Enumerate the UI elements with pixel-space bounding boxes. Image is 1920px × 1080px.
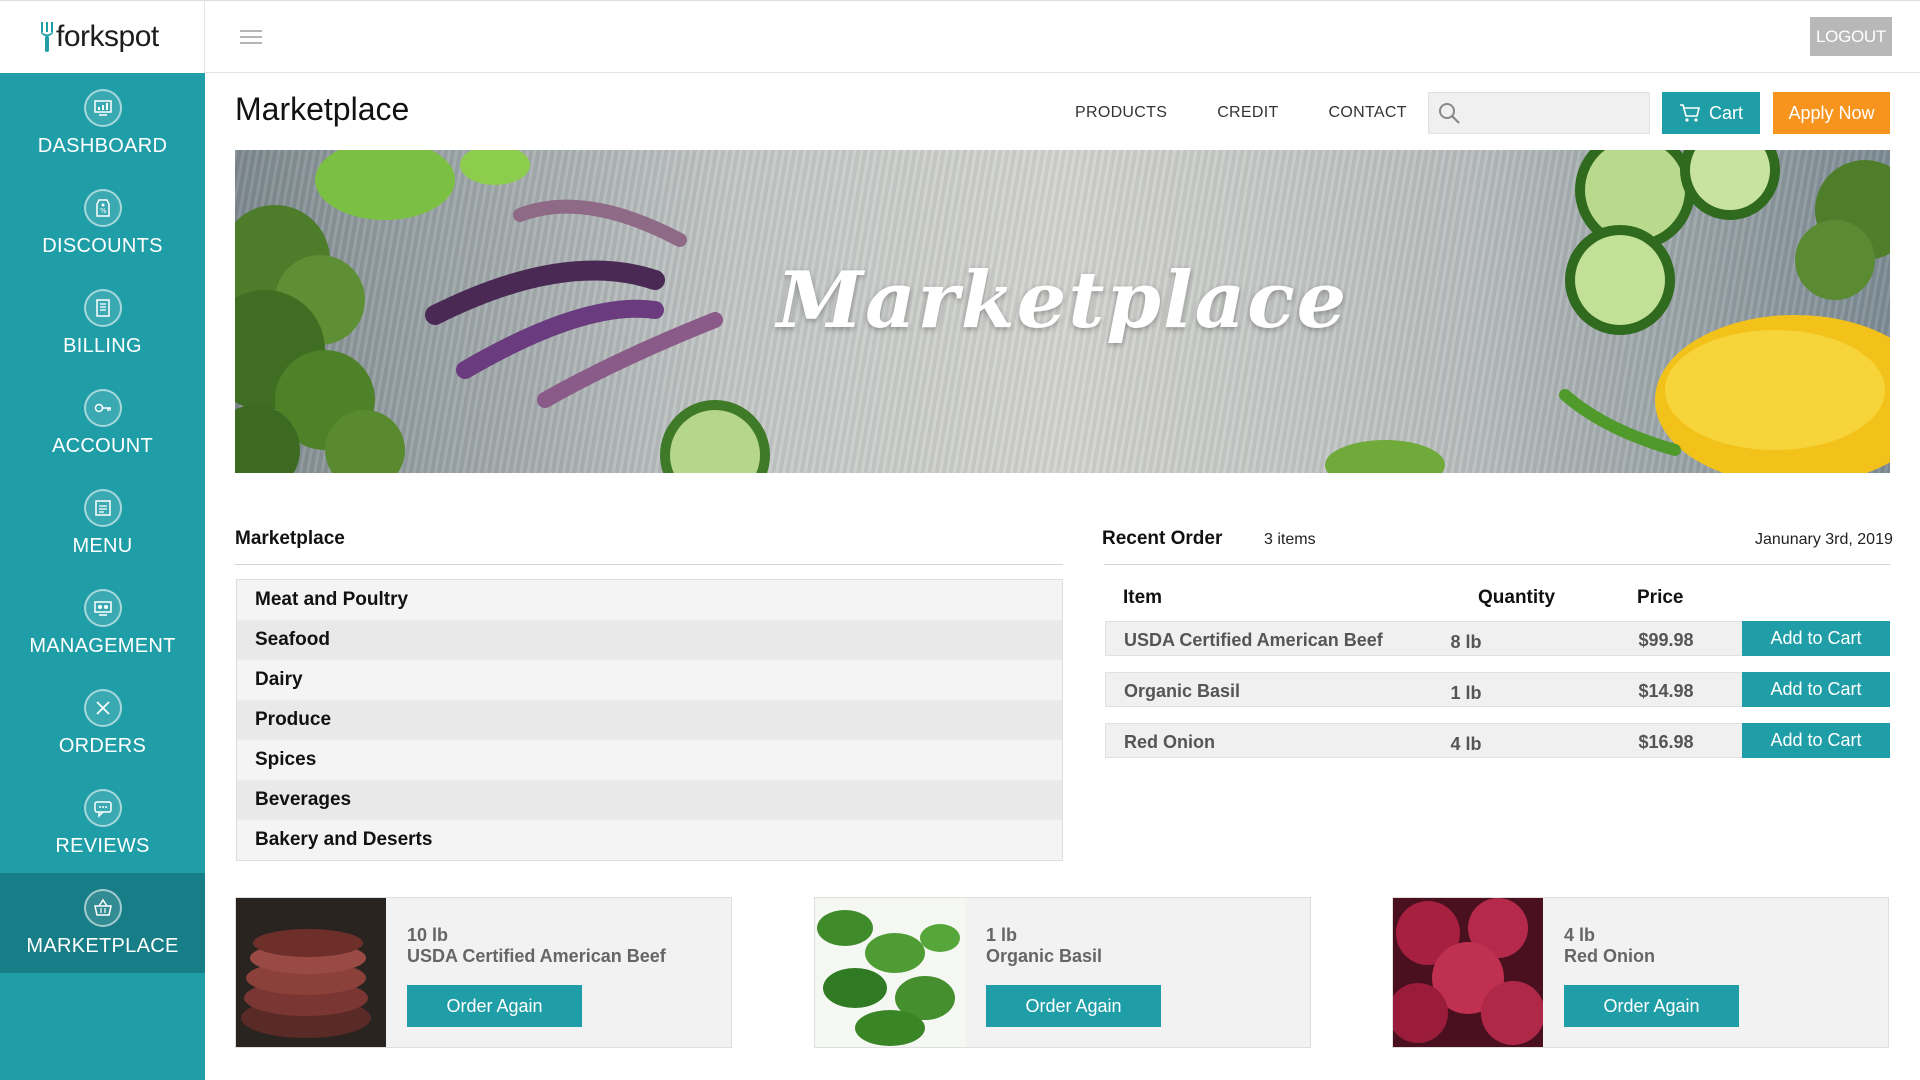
- reorder-card: 10 lb USDA Certified American Beef Order…: [235, 897, 732, 1048]
- reorder-card: 4 lb Red Onion Order Again: [1392, 897, 1889, 1048]
- reorder-quantity: 10 lb: [407, 925, 449, 945]
- order-row: USDA Certified American Beef 8 lb $99.98…: [1105, 621, 1890, 656]
- order-item-price: $99.98: [1638, 630, 1694, 650]
- recent-order-title: Recent Order: [1102, 528, 1223, 549]
- order-item-quantity: 8 lb: [1450, 632, 1482, 652]
- basil-image: [815, 898, 965, 1047]
- reorder-quantity: 1 lb: [986, 925, 1018, 945]
- category-item-dairy[interactable]: Dairy: [237, 660, 1062, 700]
- utensils-icon: [83, 688, 122, 727]
- red-onion-image: [1393, 898, 1543, 1047]
- nav-link-credit[interactable]: CREDIT: [1217, 104, 1278, 122]
- basket-icon: [83, 888, 122, 927]
- sidebar-item-billing[interactable]: BILLING: [0, 273, 205, 373]
- sidebar-item-management[interactable]: MANAGEMENT: [0, 573, 205, 673]
- add-to-cart-button[interactable]: Add to Cart: [1742, 621, 1890, 656]
- search-icon: [1439, 103, 1460, 124]
- recent-order-divider: [1104, 564, 1890, 565]
- sidebar-item-label: DASHBOARD: [37, 134, 168, 157]
- nav-link-products[interactable]: PRODUCTS: [1075, 104, 1167, 122]
- order-item-name: Organic Basil: [1124, 681, 1241, 701]
- beef-image: [236, 898, 386, 1047]
- sidebar-item-label: ACCOUNT: [52, 434, 153, 457]
- nav-link-contact[interactable]: CONTACT: [1329, 104, 1407, 122]
- order-item-name: Red Onion: [1124, 732, 1215, 752]
- recent-order-count: 3 items: [1264, 531, 1316, 548]
- hero-title: Marketplace: [776, 255, 1349, 346]
- sidebar-item-discounts[interactable]: % DISCOUNTS: [0, 173, 205, 273]
- category-list: Meat and Poultry Seafood Dairy Produce S…: [236, 579, 1063, 861]
- category-item-beverages[interactable]: Beverages: [237, 780, 1062, 820]
- sidebar-item-reviews[interactable]: REVIEWS: [0, 773, 205, 873]
- page-title: Marketplace: [235, 91, 410, 127]
- hamburger-menu-icon[interactable]: [240, 30, 262, 44]
- category-item-spices[interactable]: Spices: [237, 740, 1062, 780]
- sidebar-item-label: REVIEWS: [55, 834, 150, 857]
- sidebar-item-orders[interactable]: ORDERS: [0, 673, 205, 773]
- category-item-produce[interactable]: Produce: [237, 700, 1062, 740]
- logout-button[interactable]: LOGOUT: [1810, 17, 1892, 56]
- logo-text: forkspot: [56, 20, 159, 53]
- order-row: Organic Basil 1 lb $14.98 Add to Cart: [1105, 672, 1890, 707]
- billing-icon: [83, 288, 122, 327]
- reorder-name: Organic Basil: [986, 946, 1103, 966]
- order-item-quantity: 4 lb: [1450, 734, 1482, 754]
- logo-area: forkspot: [0, 0, 205, 73]
- dashboard-icon: [83, 88, 122, 127]
- add-to-cart-button[interactable]: Add to Cart: [1742, 672, 1890, 707]
- reorder-name: Red Onion: [1564, 946, 1655, 966]
- category-item-seafood[interactable]: Seafood: [237, 620, 1062, 660]
- forkspot-logo[interactable]: forkspot: [40, 20, 159, 54]
- sidebar-item-label: ORDERS: [58, 734, 147, 757]
- marketplace-divider: [235, 564, 1063, 565]
- key-icon: [83, 388, 122, 427]
- order-item-price: $16.98: [1638, 732, 1694, 752]
- svg-text:%: %: [100, 207, 107, 215]
- sidebar-item-label: MENU: [72, 534, 133, 557]
- cart-button[interactable]: Cart: [1662, 92, 1760, 134]
- fork-icon: [41, 22, 53, 52]
- discount-tag-icon: %: [83, 188, 122, 227]
- top-bar: LOGOUT: [205, 0, 1920, 73]
- order-item-quantity: 1 lb: [1450, 683, 1482, 703]
- category-item-bakery-deserts[interactable]: Bakery and Deserts: [237, 820, 1062, 860]
- hero-banner: Marketplace: [235, 150, 1890, 473]
- sidebar-item-account[interactable]: ACCOUNT: [0, 373, 205, 473]
- top-nav: PRODUCTS CREDIT CONTACT: [1075, 104, 1407, 122]
- review-chat-icon: [83, 788, 122, 827]
- search-input[interactable]: [1469, 98, 1639, 128]
- sidebar-item-label: MANAGEMENT: [29, 634, 176, 657]
- reorder-card: 1 lb Organic Basil Order Again: [814, 897, 1311, 1048]
- reorder-quantity: 4 lb: [1564, 925, 1596, 945]
- cart-icon: [1679, 104, 1701, 122]
- sidebar: DASHBOARD % DISCOUNTS BILLING ACCOUNT ME…: [0, 73, 205, 1080]
- sidebar-item-menu[interactable]: MENU: [0, 473, 205, 573]
- column-header-item: Item: [1123, 587, 1163, 608]
- sidebar-item-marketplace[interactable]: MARKETPLACE: [0, 873, 205, 973]
- reorder-name: USDA Certified American Beef: [407, 946, 666, 966]
- marketplace-section-title: Marketplace: [235, 528, 345, 549]
- order-again-button[interactable]: Order Again: [1564, 985, 1739, 1027]
- add-to-cart-button[interactable]: Add to Cart: [1742, 723, 1890, 758]
- order-row: Red Onion 4 lb $16.98 Add to Cart: [1105, 723, 1890, 758]
- recent-order-date: Janunary 3rd, 2019: [1755, 531, 1893, 548]
- category-item-meat-poultry[interactable]: Meat and Poultry: [237, 580, 1062, 620]
- column-header-price: Price: [1637, 587, 1684, 608]
- order-item-price: $14.98: [1638, 681, 1694, 701]
- column-header-quantity: Quantity: [1478, 587, 1556, 608]
- management-icon: [83, 588, 122, 627]
- sidebar-item-label: DISCOUNTS: [42, 234, 163, 257]
- cart-button-label: Cart: [1708, 102, 1743, 123]
- order-again-button[interactable]: Order Again: [986, 985, 1161, 1027]
- order-again-button[interactable]: Order Again: [407, 985, 582, 1027]
- sidebar-item-label: MARKETPLACE: [26, 934, 179, 957]
- apply-now-button[interactable]: Apply Now: [1773, 92, 1890, 134]
- order-item-name: USDA Certified American Beef: [1124, 630, 1383, 650]
- menu-book-icon: [83, 488, 122, 527]
- sidebar-item-dashboard[interactable]: DASHBOARD: [0, 73, 205, 173]
- search-box: [1428, 92, 1650, 134]
- sidebar-item-label: BILLING: [63, 334, 142, 357]
